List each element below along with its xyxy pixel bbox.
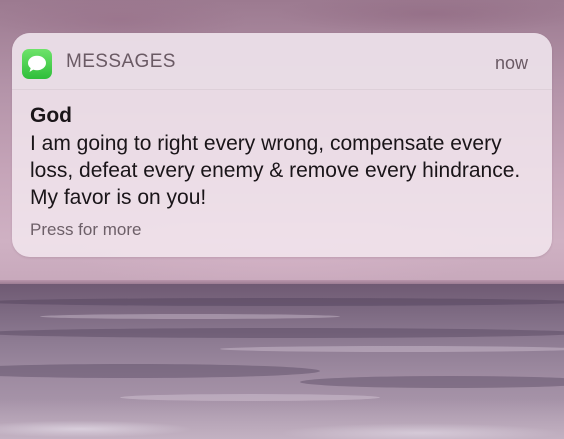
wave bbox=[300, 376, 564, 388]
wave bbox=[220, 346, 564, 352]
app-name: MESSAGES bbox=[66, 51, 176, 72]
timestamp: now bbox=[494, 53, 528, 73]
notification-header: MESSAGES now bbox=[12, 33, 552, 90]
wave bbox=[0, 298, 564, 306]
messages-app-icon bbox=[22, 49, 52, 79]
sea-foam bbox=[0, 399, 564, 439]
speech-bubble-icon bbox=[28, 55, 46, 72]
press-for-more-hint: Press for more bbox=[30, 220, 142, 239]
message-body: I am going to right every wrong, compens… bbox=[30, 132, 521, 209]
sea bbox=[0, 284, 564, 439]
message-notification[interactable]: MESSAGES now God I am going to right eve… bbox=[12, 33, 552, 257]
wave bbox=[0, 364, 320, 378]
wave bbox=[40, 314, 340, 319]
sender-name: God bbox=[30, 104, 72, 127]
wave bbox=[0, 328, 564, 338]
